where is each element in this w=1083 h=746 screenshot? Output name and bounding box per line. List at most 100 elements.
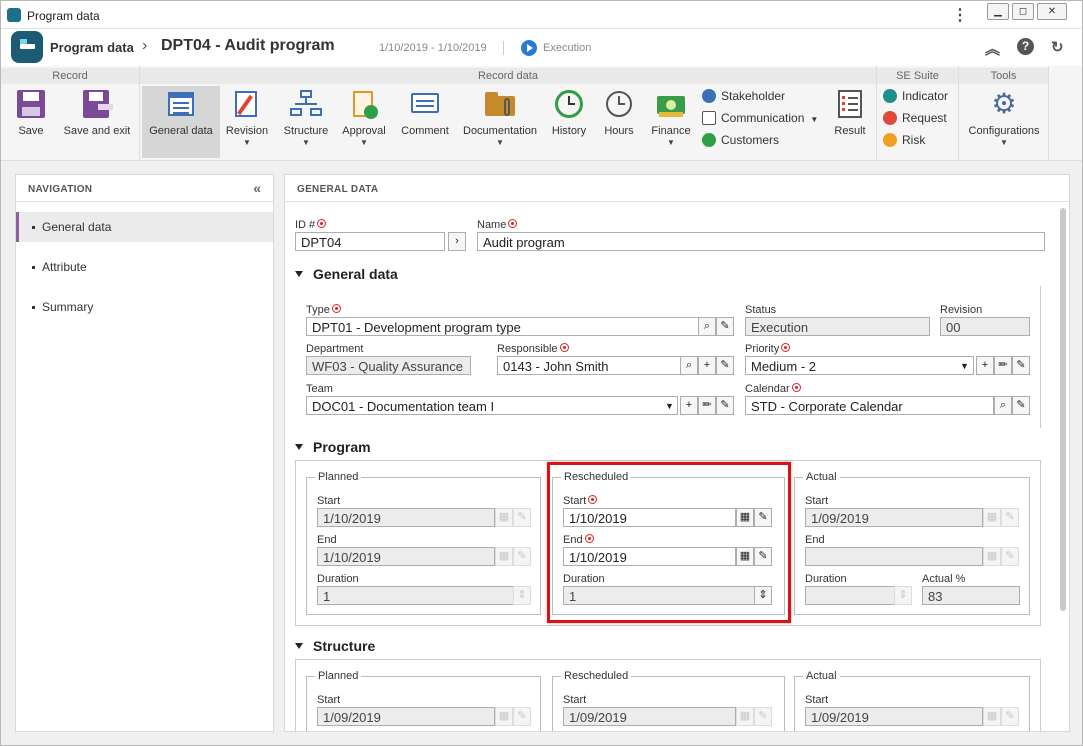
clear-icon: ✎ (754, 707, 772, 726)
status-field: Execution (745, 317, 930, 336)
section-structure[interactable]: Structure (295, 638, 375, 654)
save-exit-icon (81, 88, 113, 120)
responsible-add-icon[interactable]: + (698, 356, 716, 375)
customers-button[interactable]: Customers (702, 133, 779, 147)
ribbon: Record Save Save and exit Record data Ge… (1, 66, 1082, 161)
priority-select[interactable]: Medium - 2 (745, 356, 974, 375)
finance-button[interactable]: Finance ▼ (646, 86, 696, 158)
type-input[interactable]: DPT01 - Development program type (306, 317, 699, 336)
type-label: Type (306, 304, 341, 316)
documentation-button[interactable]: Documentation ▼ (460, 86, 540, 158)
section-program[interactable]: Program (295, 439, 371, 455)
documentation-label: Documentation (463, 125, 537, 137)
breadcrumb-root[interactable]: Program data (50, 40, 134, 55)
indicator-button[interactable]: Indicator (883, 89, 948, 103)
close-button[interactable]: ✕ (1037, 3, 1067, 20)
nav-item-summary[interactable]: Summary (16, 292, 273, 322)
id-input[interactable]: DPT04 (295, 232, 445, 251)
search-icon[interactable]: ⌕ (698, 317, 716, 336)
required-icon (331, 304, 341, 313)
start-label: Start (563, 694, 587, 706)
finance-dropdown-icon: ▼ (667, 138, 675, 147)
actual-legend: Actual (803, 670, 840, 682)
maximize-button[interactable]: ◻ (1012, 3, 1034, 20)
navigation-panel: NAVIGATION « General data Attribute Summ… (15, 174, 274, 732)
communication-button[interactable]: Communication ▼ (702, 111, 818, 125)
minimize-button[interactable]: ▁ (987, 3, 1009, 20)
planned-duration-field: 1 (317, 586, 514, 605)
clear-icon[interactable]: ✎ (716, 317, 734, 336)
priority-edit-icon[interactable]: ✏ (994, 356, 1012, 375)
calendar-icon: ▦ (983, 547, 1001, 566)
stepper-icon: ⇕ (894, 586, 912, 605)
team-select[interactable]: DOC01 - Documentation team I (306, 396, 678, 415)
planned-end-field: 1/10/2019 (317, 547, 495, 566)
team-edit-icon[interactable]: ✏ (698, 396, 716, 415)
calendar-input[interactable]: STD - Corporate Calendar (745, 396, 994, 415)
breadcrumb-chevron-icon: › (142, 37, 148, 54)
team-add-icon[interactable]: + (680, 396, 698, 415)
stakeholder-button[interactable]: Stakeholder (702, 89, 785, 103)
priority-add-icon[interactable]: + (976, 356, 994, 375)
configurations-button[interactable]: ⚙ Configurations ▼ (963, 86, 1045, 158)
revision-label: Revision (940, 304, 983, 316)
general-data-button[interactable]: General data (142, 86, 220, 158)
finance-label: Finance (651, 125, 691, 137)
refresh-icon[interactable]: ↻ (1051, 38, 1064, 56)
history-button[interactable]: History (546, 86, 592, 158)
hours-button[interactable]: Hours (598, 86, 640, 158)
responsible-search-icon[interactable]: ⌕ (680, 356, 698, 375)
ribbon-group-tools: Tools ⚙ Configurations ▼ (959, 66, 1049, 161)
clear-icon: ✎ (513, 508, 531, 527)
communication-icon (702, 111, 716, 125)
actual-start-field: 1/09/2019 (805, 508, 983, 527)
result-button[interactable]: Result (828, 86, 872, 158)
group-label-record: Record (1, 68, 139, 84)
status-text: Execution (543, 42, 592, 54)
clear-icon: ✎ (1001, 547, 1019, 566)
more-menu-icon[interactable]: ⋮ (952, 5, 968, 25)
save-button[interactable]: Save (9, 86, 53, 158)
actual-percent-label: Actual % (922, 573, 966, 585)
help-icon[interactable]: ? (1017, 38, 1034, 55)
calendar-search-icon[interactable]: ⌕ (994, 396, 1012, 415)
ribbon-group-record-data: Record data General data Revision ▼ Stru… (140, 66, 877, 161)
request-button[interactable]: Request (883, 111, 947, 125)
calendar-clear-icon[interactable]: ✎ (1012, 396, 1030, 415)
revision-button[interactable]: Revision ▼ (222, 86, 272, 158)
name-input[interactable]: Audit program (477, 232, 1045, 251)
duration-label: Duration (317, 573, 359, 585)
nav-item-general-data[interactable]: General data (16, 212, 273, 242)
gear-icon: ⚙ (991, 88, 1017, 119)
responsible-input[interactable]: 0143 - John Smith (497, 356, 681, 375)
general-data-panel: GENERAL DATA ID # DPT04 › Name Audit pro… (284, 174, 1070, 732)
result-label: Result (834, 125, 866, 137)
responsible-clear-icon[interactable]: ✎ (716, 356, 734, 375)
clear-icon: ✎ (513, 547, 531, 566)
responsible-label: Responsible (497, 343, 569, 355)
save-exit-label: Save and exit (63, 125, 131, 137)
risk-button[interactable]: Risk (883, 133, 925, 147)
group-label-se-suite: SE Suite (877, 68, 958, 84)
communication-label: Communication (721, 111, 805, 125)
nav-item-attribute[interactable]: Attribute (16, 252, 273, 282)
collapse-up-icon[interactable]: ︽ (985, 38, 1000, 59)
required-icon (791, 383, 801, 392)
comment-icon (409, 88, 441, 120)
section-general-data[interactable]: General data (295, 266, 398, 282)
ribbon-group-record: Record Save Save and exit (1, 66, 140, 161)
required-icon (781, 343, 791, 352)
actual-percent-field: 83 (922, 586, 1020, 605)
collapse-navigation-icon[interactable]: « (253, 180, 261, 196)
structure-button[interactable]: Structure ▼ (280, 86, 332, 158)
comment-button[interactable]: Comment (396, 86, 454, 158)
chevron-down-icon: ▼ (665, 401, 674, 411)
save-and-exit-button[interactable]: Save and exit (59, 86, 135, 158)
next-id-button[interactable]: › (448, 232, 466, 251)
priority-clear-icon[interactable]: ✎ (1012, 356, 1030, 375)
id-label: ID # (295, 219, 327, 231)
start-label: Start (805, 694, 829, 706)
team-clear-icon[interactable]: ✎ (716, 396, 734, 415)
approval-button[interactable]: Approval ▼ (338, 86, 390, 158)
vertical-scrollbar[interactable] (1060, 208, 1066, 611)
